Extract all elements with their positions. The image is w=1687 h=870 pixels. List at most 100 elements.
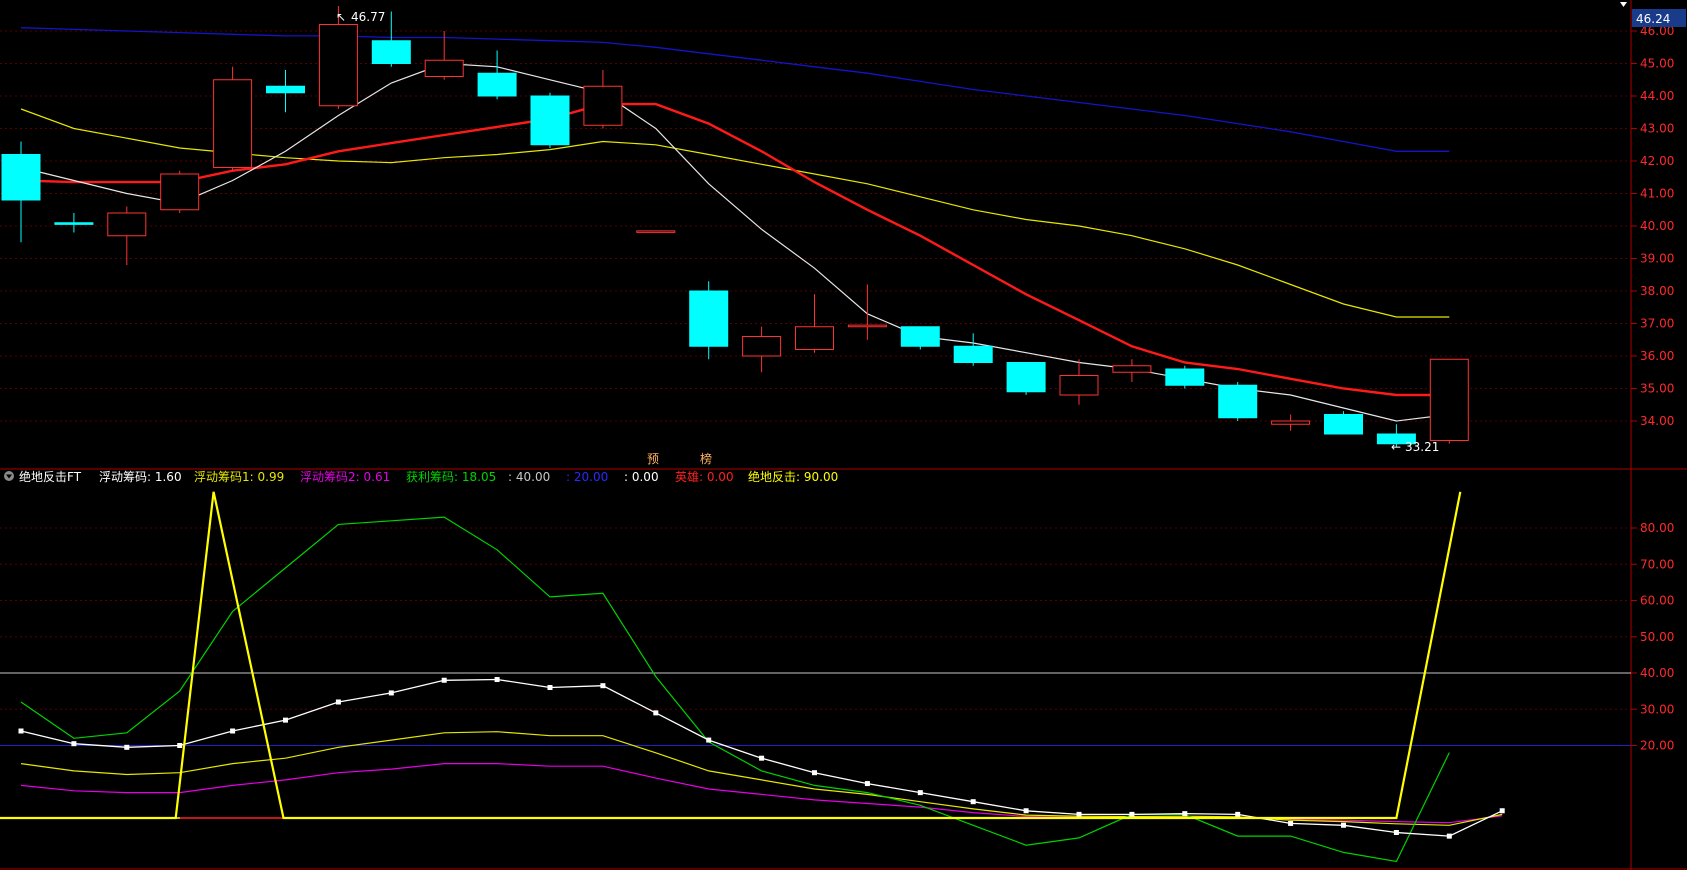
indicator-header-item: 绝地反击: 90.00	[748, 469, 838, 484]
floating-chips-point	[812, 770, 817, 776]
candle[interactable]	[742, 326, 782, 373]
candle-body	[1165, 368, 1205, 386]
candle[interactable]	[107, 206, 147, 266]
indicator-lines	[0, 491, 1505, 863]
candle[interactable]	[54, 213, 94, 233]
candle-body	[795, 326, 834, 350]
price-tick-label: 43.00	[1640, 122, 1674, 136]
candle-body	[1324, 414, 1363, 435]
stock-chart-window: 46.00 45.00 44.00 43.00 42.00 41.00 40.00 39.00…	[0, 0, 1687, 870]
price-tick-label: 37.00	[1640, 317, 1674, 331]
jedi-counter-line	[0, 491, 1462, 820]
floating-chips-point	[124, 744, 130, 750]
indicator-tick-label: 80.00	[1640, 521, 1674, 535]
candle[interactable]	[1218, 382, 1258, 421]
indicator-tick-label: 50.00	[1640, 630, 1674, 644]
floating-chips-point	[1129, 811, 1135, 817]
floating-chips-point	[1182, 811, 1188, 817]
floating-chips-point	[759, 755, 765, 761]
floating-chips-point	[1235, 811, 1241, 817]
floating-chips-point	[1499, 808, 1505, 814]
candle-body	[847, 324, 887, 328]
floating-chips-point	[1341, 822, 1346, 828]
scroll-down-icon[interactable]	[1620, 2, 1627, 7]
price-tick-label: 34.00	[1640, 414, 1674, 428]
indicator-tick-label: 70.00	[1640, 557, 1674, 571]
candle-body	[583, 85, 623, 126]
floating-chips-point	[1076, 811, 1082, 817]
candle[interactable]	[1006, 362, 1046, 396]
candle[interactable]	[636, 230, 676, 233]
candle-body	[318, 24, 358, 107]
price-tick-label: 40.00	[1640, 219, 1674, 233]
price-tick-label: 42.00	[1640, 154, 1674, 168]
candle[interactable]	[1, 141, 41, 243]
floating-chips-point	[600, 683, 606, 689]
candle-body	[477, 72, 517, 97]
price-tick-label: 35.00	[1640, 382, 1674, 396]
floating-chips-point	[335, 699, 341, 705]
candle[interactable]	[530, 92, 570, 148]
indicator-name: 绝地反击FT	[19, 469, 82, 484]
candle[interactable]	[1112, 359, 1152, 382]
candle-body	[1271, 420, 1311, 425]
candle[interactable]	[477, 50, 517, 100]
indicator-tick-label: 20.00	[1640, 739, 1674, 753]
candle[interactable]	[900, 326, 940, 350]
candle[interactable]	[1324, 411, 1363, 435]
floating-chips-point	[283, 717, 288, 723]
event-marker-1[interactable]: 预	[647, 452, 659, 466]
price-tick-label: 38.00	[1640, 284, 1674, 298]
candle-body	[371, 40, 411, 64]
candle[interactable]	[583, 70, 623, 129]
candle-body	[213, 79, 253, 168]
floating-chips-point	[1393, 830, 1399, 835]
floating-chips-point	[1023, 808, 1029, 814]
floating-chips-point	[1288, 820, 1294, 826]
chart-canvas[interactable]: 46.0045.0044.0043.0042.0041.0040.0039.00…	[0, 0, 1687, 870]
candle-body	[900, 326, 940, 347]
candle[interactable]	[1165, 365, 1205, 389]
indicator-tick-label: 30.00	[1640, 702, 1674, 716]
floating-chips-point	[970, 799, 976, 805]
price-tick-label: 41.00	[1640, 187, 1674, 201]
candle[interactable]	[689, 281, 729, 360]
candle[interactable]	[213, 66, 253, 171]
candle[interactable]	[266, 70, 305, 113]
floating-chips-point	[18, 728, 24, 734]
candle-body	[107, 212, 147, 237]
floating-chips-point	[177, 743, 183, 748]
floating-chips-point	[441, 677, 447, 683]
floating-chips-point	[71, 741, 77, 747]
floating-chips-point	[706, 737, 712, 743]
candle-body	[1218, 384, 1258, 419]
candle[interactable]	[1059, 359, 1099, 405]
high-marker-arrow: ↖	[336, 10, 346, 24]
indicator-header-item: 浮动筹码: 1.60	[99, 470, 182, 484]
indicator-header-item: : 0.00	[624, 470, 659, 484]
price-axis: 46.0045.0044.0043.0042.0041.0040.0039.00…	[1631, 24, 1674, 428]
candle-body	[1429, 358, 1469, 441]
candle-body	[1112, 365, 1152, 373]
candle[interactable]	[1271, 414, 1311, 431]
floating-chips-point	[547, 685, 553, 690]
candle-body	[742, 336, 782, 357]
candle[interactable]	[1429, 358, 1469, 444]
candle-body	[1059, 375, 1099, 396]
candle[interactable]	[160, 170, 200, 213]
event-marker-2[interactable]: 榜	[700, 451, 712, 466]
indicator-header-item: : 40.00	[508, 470, 550, 484]
candle-body	[953, 345, 993, 363]
candle-body	[266, 85, 305, 94]
price-tick-label: 39.00	[1640, 252, 1674, 266]
candle[interactable]	[953, 333, 993, 366]
candle-body	[54, 222, 94, 225]
candle[interactable]	[847, 284, 887, 340]
candle-body	[689, 290, 729, 347]
floating-chips-point	[230, 728, 236, 734]
indicator-tick-label: 60.00	[1640, 594, 1674, 608]
current-price-label: 46.24	[1636, 12, 1670, 26]
low-price-label: 33.21	[1405, 440, 1439, 454]
candle-body	[1006, 362, 1046, 393]
candle-body	[530, 95, 570, 146]
